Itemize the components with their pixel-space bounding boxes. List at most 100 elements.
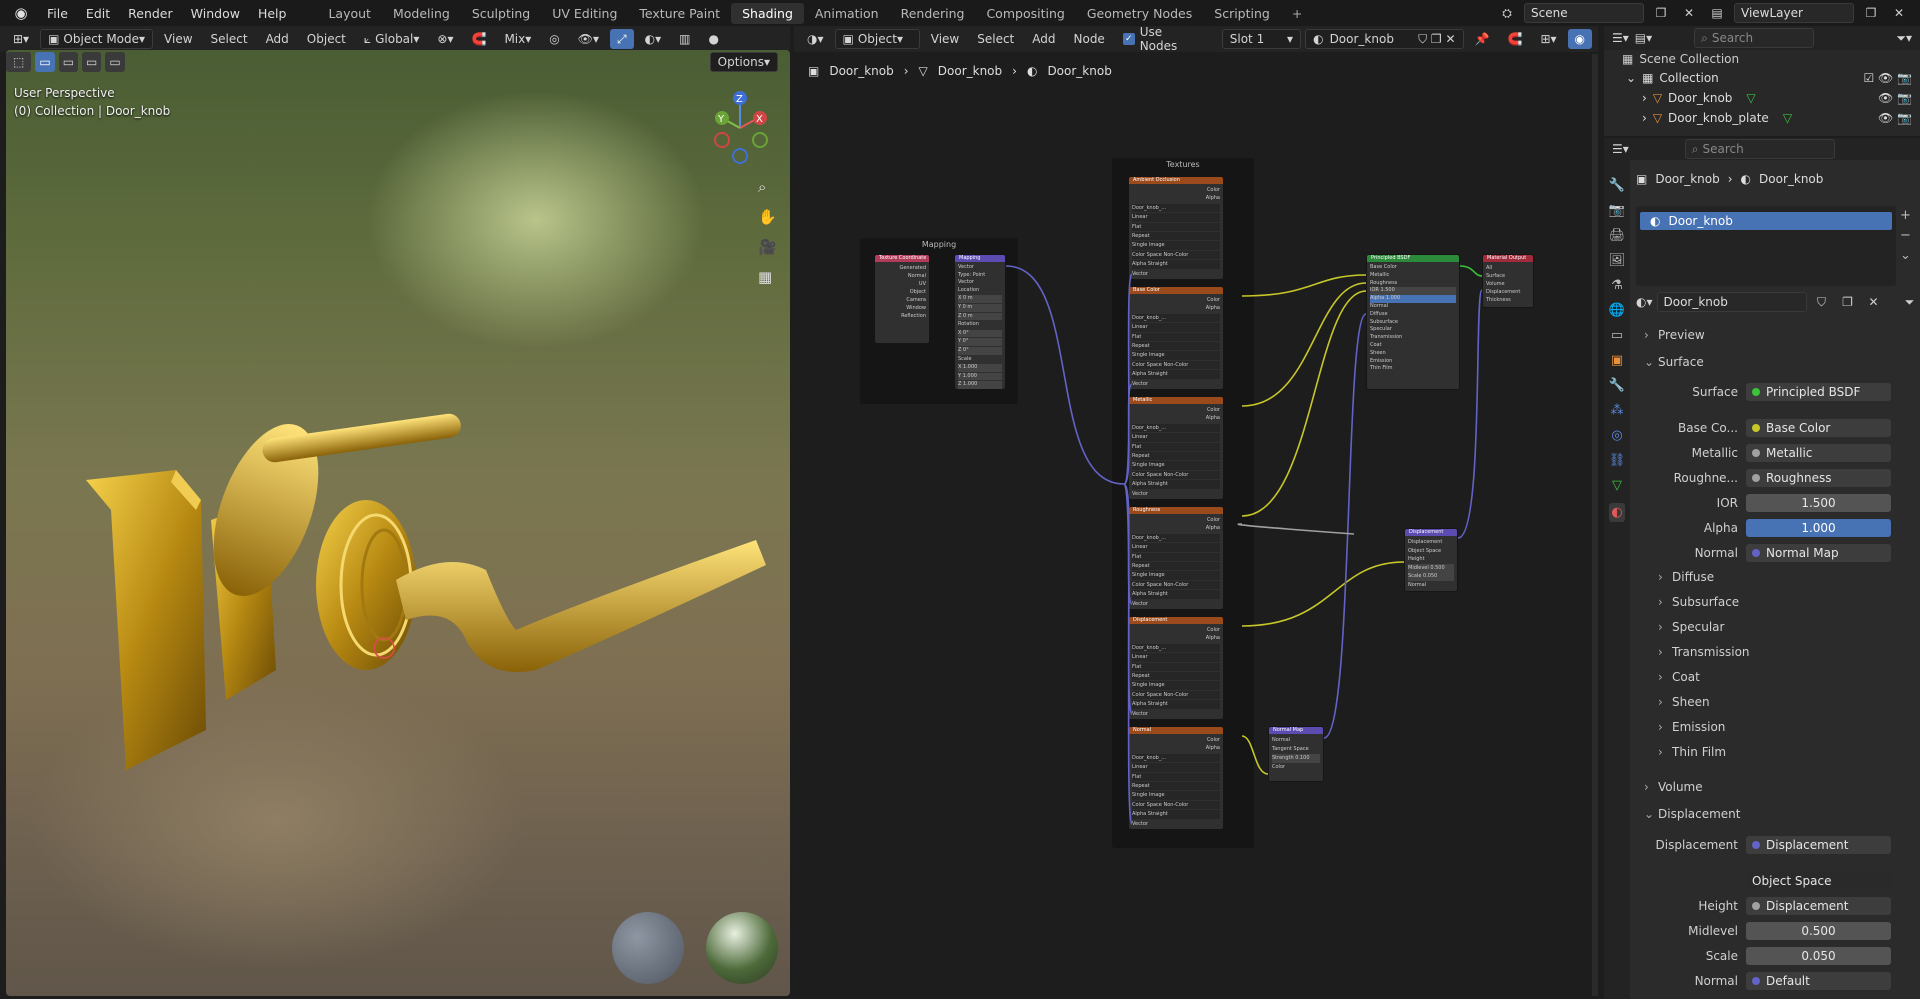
data-tab-icon[interactable]: ▽ (1612, 478, 1622, 493)
new-layer-icon[interactable]: ❐ (1860, 3, 1882, 23)
tab-shading[interactable]: Shading (731, 2, 804, 24)
tab-uv-editing[interactable]: UV Editing (541, 3, 628, 24)
view-layer-field[interactable]: ViewLayer (1734, 3, 1854, 23)
menu-add[interactable]: Add (259, 29, 296, 49)
tab-geometry-nodes[interactable]: Geometry Nodes (1076, 3, 1203, 24)
material-slot-item[interactable]: ◐ Door_knob (1640, 212, 1892, 230)
property-value[interactable]: Normal Map (1746, 544, 1891, 562)
new-scene-icon[interactable]: ❐ (1650, 3, 1672, 23)
proportional-icon[interactable]: ◎ (542, 29, 566, 49)
property-value[interactable]: Base Color (1746, 419, 1891, 437)
breadcrumb-mesh[interactable]: Door_knob (938, 64, 1002, 78)
property-value[interactable]: 0.050 (1746, 947, 1891, 965)
tool-tab-icon[interactable]: 🔧 (1609, 178, 1625, 193)
bsdf-subsection[interactable]: › Emission (1658, 720, 1725, 734)
overlay-icon[interactable]: ◐▾ (638, 29, 669, 49)
properties-type-icon[interactable]: ☰▾ (1612, 142, 1629, 156)
bsdf-subsection[interactable]: › Sheen (1658, 695, 1710, 709)
normal-map-node[interactable]: Normal Map Normal Tangent Space Strength 0… (1268, 726, 1324, 782)
bsdf-node[interactable]: Principled BSDF Base Color Metallic Roughn… (1366, 254, 1460, 390)
outliner-search[interactable]: ⌕ Search (1694, 28, 1815, 48)
world-tab-icon[interactable]: 🌐 (1609, 303, 1625, 318)
editor-type-icon[interactable]: ⊞▾ (6, 29, 36, 49)
material-output-node[interactable]: Material Output All Surface Volume Displace… (1482, 254, 1534, 308)
particles-tab-icon[interactable]: ⁂ (1611, 403, 1624, 418)
xray-icon[interactable]: ▥ (672, 29, 697, 49)
scene-collection-row[interactable]: ▦ Scene Collection (1604, 50, 1920, 68)
volume-section[interactable]: › Volume (1644, 780, 1703, 794)
node-menu-node[interactable]: Node (1067, 29, 1112, 49)
image-texture-node[interactable]: Roughness Color Alpha Door_knob_... Linear Fl… (1128, 506, 1224, 610)
property-value[interactable]: Displacement (1746, 897, 1891, 915)
use-nodes-checkbox[interactable]: ✓ Use Nodes (1116, 25, 1210, 53)
overlay-node-icon[interactable]: ⊞▾ (1533, 29, 1563, 49)
zoom-icon[interactable]: ⌕ (758, 172, 777, 202)
view-layer-icon[interactable]: ▤ (1706, 3, 1728, 23)
tab-compositing[interactable]: Compositing (975, 3, 1075, 24)
material-name-field[interactable]: Door_knob (1656, 292, 1807, 312)
fake-user-icon[interactable]: ⛉ (1811, 292, 1833, 312)
property-value[interactable]: 1.000 (1746, 519, 1891, 537)
visibility-icon[interactable]: 👁▾ (571, 29, 606, 49)
material-slots-list[interactable]: ◐ Door_knob (1636, 206, 1896, 286)
material-browse-icon[interactable]: ◐▾ (1636, 295, 1653, 309)
menu-help[interactable]: Help (249, 6, 296, 21)
item-visibility-icons[interactable]: 👁 📷 (1878, 111, 1920, 125)
outliner-item-door-knob-plate[interactable]: › ▽ Door_knob_plate ▽ 👁 📷 (1604, 108, 1920, 128)
object-tab-icon[interactable]: ▣ (1611, 353, 1623, 368)
menu-select[interactable]: Select (204, 29, 255, 49)
displacement-node[interactable]: Displacement Displacement Object Space Hei… (1404, 528, 1458, 592)
node-menu-select[interactable]: Select (970, 29, 1021, 49)
outliner-item-door-knob[interactable]: › ▽ Door_knob ▽ 👁 📷 (1604, 88, 1920, 108)
breadcrumb-object[interactable]: Door_knob (829, 64, 893, 78)
menu-window[interactable]: Window (182, 6, 249, 21)
physics-tab-icon[interactable]: ◎ (1611, 428, 1622, 443)
pin-icon[interactable]: 📌 (1468, 29, 1497, 49)
node-editor-type-icon[interactable]: ◑▾ (800, 29, 831, 49)
bsdf-subsection[interactable]: › Specular (1658, 620, 1724, 634)
tab-scripting[interactable]: Scripting (1203, 3, 1281, 24)
pan-hand-icon[interactable]: ✋ (758, 202, 777, 232)
remove-slot-icon[interactable]: − (1900, 226, 1911, 246)
node-menu-view[interactable]: View (924, 29, 966, 49)
tab-sculpting[interactable]: Sculpting (461, 3, 541, 24)
select-new-icon[interactable]: ▭ (35, 52, 55, 72)
image-texture-node[interactable]: Base Color Color Alpha Door_knob_... Linear F… (1128, 286, 1224, 390)
3d-viewport[interactable]: User Perspective (0) Collection | Door_k… (6, 50, 790, 996)
bsdf-subsection[interactable]: › Transmission (1658, 645, 1750, 659)
property-value[interactable]: Metallic (1746, 444, 1891, 462)
property-value[interactable]: 0.500 (1746, 922, 1891, 940)
property-value[interactable]: Object Space (1746, 872, 1891, 890)
image-texture-node[interactable]: Displacement Color Alpha Door_knob_... Linea… (1128, 616, 1224, 720)
options-button[interactable]: Options ▾ (709, 52, 778, 72)
snap-node-icon[interactable]: 🧲 (1500, 29, 1529, 49)
tab-rendering[interactable]: Rendering (890, 3, 976, 24)
bsdf-subsection[interactable]: › Diffuse (1658, 570, 1714, 584)
outliner-funnel-icon[interactable]: ⏷▾ (1896, 31, 1920, 46)
scene-icon[interactable]: ⛭ (1496, 3, 1518, 23)
navigation-gizmo[interactable]: Z Y X (706, 88, 776, 168)
bsdf-subsection[interactable]: › Subsurface (1658, 595, 1739, 609)
item-visibility-icons[interactable]: 👁 📷 (1878, 91, 1920, 105)
node-editor-scrollbar[interactable] (1592, 54, 1598, 996)
menu-object[interactable]: Object (300, 29, 353, 49)
pivot-icon[interactable]: ⊗▾ (430, 29, 460, 49)
modifier-tab-icon[interactable]: 🔧 (1609, 378, 1625, 393)
delete-layer-icon[interactable]: ✕ (1888, 3, 1910, 23)
collection-tab-icon[interactable]: ▭ (1611, 328, 1623, 343)
tab-layout[interactable]: Layout (317, 3, 382, 24)
menu-file[interactable]: File (38, 6, 77, 21)
scene-field[interactable]: Scene (1524, 3, 1644, 23)
shader-type-select[interactable]: ▣ Object ▾ (834, 29, 920, 49)
output-tab-icon[interactable]: 🖨 (1609, 228, 1626, 243)
properties-search[interactable]: ⌕ Search (1684, 139, 1835, 159)
property-value[interactable]: Roughness (1746, 469, 1891, 487)
slot-menu-icon[interactable]: ⌄ (1900, 246, 1911, 266)
select-tool-icon[interactable]: ⬚ (6, 52, 32, 72)
select-subtract-icon[interactable]: ▭ (82, 52, 102, 72)
door-knob-model[interactable] (66, 390, 786, 790)
tab-modeling[interactable]: Modeling (382, 3, 461, 24)
blender-logo-icon[interactable]: ◉ (10, 2, 32, 24)
add-workspace-icon[interactable]: + (1281, 3, 1313, 24)
render-tab-icon[interactable]: 📷 (1609, 203, 1625, 218)
